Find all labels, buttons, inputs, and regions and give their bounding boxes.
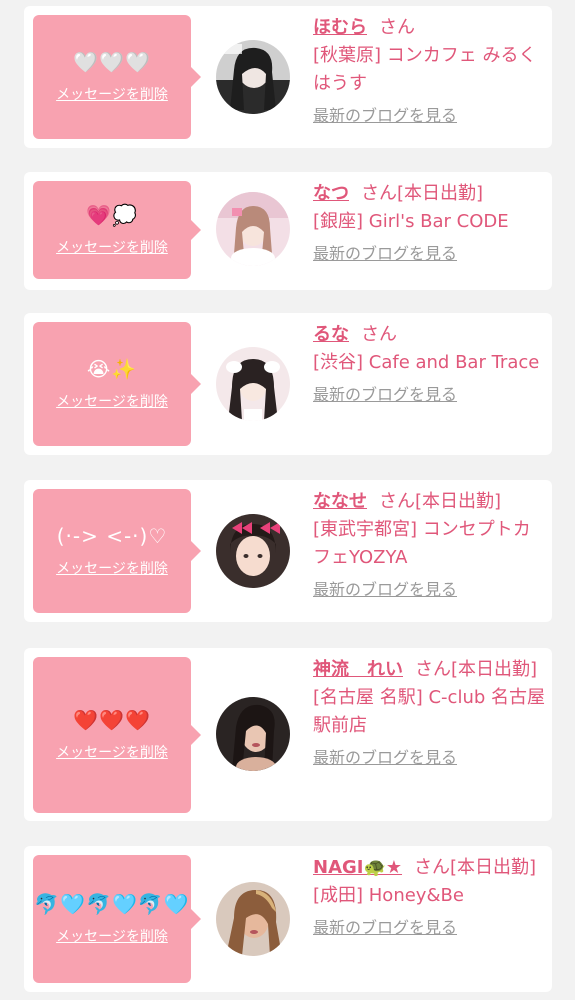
avatar-photo [216, 514, 290, 588]
avatar[interactable] [216, 40, 290, 114]
avatar-photo [216, 697, 290, 771]
avatar[interactable] [216, 882, 290, 956]
shop-name: [銀座] Girl's Bar CODE [313, 211, 509, 232]
message-list: 🤍🤍🤍 メッセージを削除 ほむら さん [秋葉原] コンカフェ みるくはうす 最新… [0, 0, 575, 1000]
avatar-photo [216, 347, 290, 421]
message-text: 🤍🤍🤍 [73, 50, 151, 74]
message-bubble: 💗💭 メッセージを削除 [33, 181, 201, 279]
cast-suffix: さん[本日出勤] [361, 183, 484, 204]
message-bubble: (·-> <-·)♡ メッセージを削除 [33, 489, 201, 613]
delete-message-link[interactable]: メッセージを削除 [56, 558, 168, 578]
message-bubble: 😭✨ メッセージを削除 [33, 322, 201, 446]
avatar[interactable] [216, 192, 290, 266]
cast-info: るな さん [渋谷] Cafe and Bar Trace 最新のブログを見る [313, 321, 548, 409]
latest-blog-link[interactable]: 最新のブログを見る [313, 744, 457, 772]
delete-message-link[interactable]: メッセージを削除 [56, 742, 168, 762]
avatar-photo [216, 40, 290, 114]
avatar[interactable] [216, 514, 290, 588]
latest-blog-link[interactable]: 最新のブログを見る [313, 240, 457, 268]
cast-suffix: さん[本日出勤] [379, 491, 502, 512]
shop-name: [東武宇都宮] コンセプトカフェYOZYA [313, 519, 531, 568]
cast-suffix: さん [379, 17, 415, 38]
latest-blog-link[interactable]: 最新のブログを見る [313, 102, 457, 130]
latest-blog-link[interactable]: 最新のブログを見る [313, 381, 457, 409]
cast-info: ななせ さん[本日出勤] [東武宇都宮] コンセプトカフェYOZYA 最新のブログ… [313, 488, 548, 604]
message-card: (·-> <-·)♡ メッセージを削除 ななせ さん[本日出勤] [東武宇都宮] … [24, 480, 552, 622]
message-text: 🐬🩵🐬🩵🐬🩵 [34, 892, 190, 916]
cast-info: ほむら さん [秋葉原] コンカフェ みるくはうす 最新のブログを見る [313, 14, 548, 130]
delete-message-link[interactable]: メッセージを削除 [56, 926, 168, 946]
cast-name-link[interactable]: ほむら [313, 17, 367, 38]
message-bubble: 🐬🩵🐬🩵🐬🩵 メッセージを削除 [33, 855, 201, 983]
cast-suffix: さん[本日出勤] [415, 659, 538, 680]
message-card: ❤️❤️❤️ メッセージを削除 神流 れい さん[本日出勤] [名古屋 名駅] C… [24, 648, 552, 821]
message-card: 💗💭 メッセージを削除 なつ さん[本日出勤] [銀座] Girl's Bar C… [24, 172, 552, 290]
message-bubble: 🤍🤍🤍 メッセージを削除 [33, 15, 201, 139]
latest-blog-link[interactable]: 最新のブログを見る [313, 576, 457, 604]
avatar[interactable] [216, 347, 290, 421]
cast-suffix: さん[本日出勤] [414, 857, 537, 878]
cast-name-link[interactable]: NAGI🐢★ [313, 857, 402, 878]
delete-message-link[interactable]: メッセージを削除 [56, 391, 168, 411]
cast-info: NAGI🐢★ さん[本日出勤] [成田] Honey&Be 最新のブログを見る [313, 854, 548, 942]
avatar[interactable] [216, 697, 290, 771]
delete-message-link[interactable]: メッセージを削除 [56, 84, 168, 104]
delete-message-link[interactable]: メッセージを削除 [56, 237, 168, 257]
cast-info: 神流 れい さん[本日出勤] [名古屋 名駅] C-club 名古屋駅前店 最新の… [313, 656, 548, 772]
shop-name: [秋葉原] コンカフェ みるくはうす [313, 45, 537, 94]
message-text: ❤️❤️❤️ [73, 708, 151, 732]
message-card: 🤍🤍🤍 メッセージを削除 ほむら さん [秋葉原] コンカフェ みるくはうす 最新… [24, 6, 552, 148]
latest-blog-link[interactable]: 最新のブログを見る [313, 914, 457, 942]
shop-name: [名古屋 名駅] C-club 名古屋駅前店 [313, 687, 546, 736]
cast-info: なつ さん[本日出勤] [銀座] Girl's Bar CODE 最新のブログを見… [313, 180, 548, 268]
shop-name: [成田] Honey&Be [313, 885, 464, 906]
message-bubble: ❤️❤️❤️ メッセージを削除 [33, 657, 201, 813]
avatar-photo [216, 882, 290, 956]
avatar-photo [216, 192, 290, 266]
message-card: 😭✨ メッセージを削除 るな さん [渋谷] Cafe and Bar Trace… [24, 313, 552, 455]
message-text: (·-> <-·)♡ [56, 524, 168, 548]
message-text: 💗💭 [86, 203, 138, 227]
cast-name-link[interactable]: 神流 れい [313, 659, 403, 680]
shop-name: [渋谷] Cafe and Bar Trace [313, 352, 540, 373]
cast-name-link[interactable]: なつ [313, 183, 349, 204]
message-text: 😭✨ [86, 357, 138, 381]
cast-name-link[interactable]: ななせ [313, 491, 367, 512]
cast-name-link[interactable]: るな [313, 324, 349, 345]
message-card: 🐬🩵🐬🩵🐬🩵 メッセージを削除 NAGI🐢★ さん[本日出勤] [成田] Hone… [24, 846, 552, 992]
cast-suffix: さん [361, 324, 397, 345]
